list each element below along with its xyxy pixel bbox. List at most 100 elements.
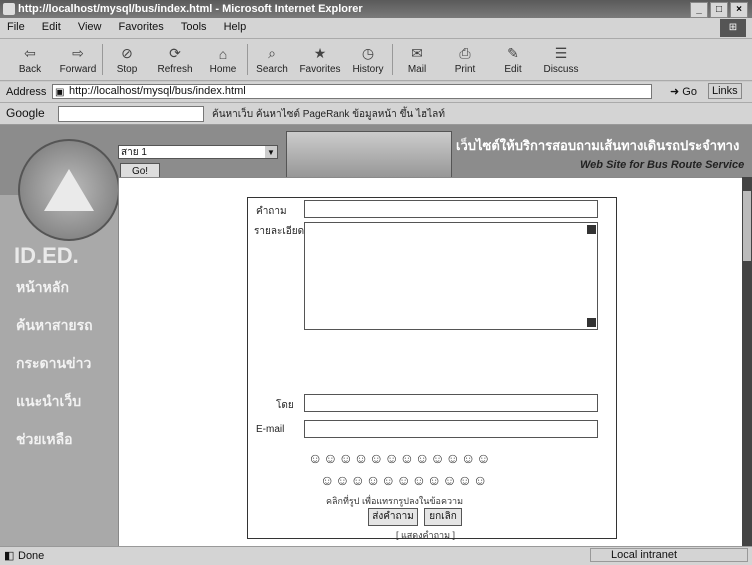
web-page: สาย 1 ▼ Go! เว็บไซต์ให้บริการสอบถามเส้นท… — [0, 125, 752, 546]
nav-search-route[interactable]: ค้นหาสายรถ — [16, 315, 93, 337]
back-arrow-icon: ⇦ — [24, 45, 36, 61]
window-controls: _ □ × — [690, 2, 748, 18]
google-tools[interactable]: ค้นหาเว็บ ค้นหาไซต์ PageRank ข้อมูลหน้า … — [212, 107, 445, 122]
forward-arrow-icon: ⇨ — [72, 45, 84, 61]
search-icon: ⌕ — [268, 45, 276, 61]
back-button[interactable]: ⇦ Back — [6, 44, 54, 75]
discuss-label: Discuss — [543, 64, 579, 75]
windows-logo-icon: ⊞ — [720, 19, 746, 37]
address-url: http://localhost/mysql/bus/index.html — [69, 85, 246, 97]
discuss-icon: ☰ — [554, 45, 568, 61]
menu-help[interactable]: Help — [217, 18, 254, 36]
google-search-input[interactable] — [58, 106, 204, 122]
edit-label: Edit — [504, 64, 522, 75]
refresh-button[interactable]: ⟳ Refresh — [151, 44, 199, 75]
standard-toolbar: ⇦ Back ⇨ Forward ⊘ Stop ⟳ Refresh ⌂ Home ⌕ Sea… — [0, 39, 752, 81]
show-questions-link[interactable]: [ แสดงคำถาม ] — [396, 528, 455, 542]
email-input[interactable] — [304, 420, 598, 438]
home-button[interactable]: ⌂ Home — [199, 45, 247, 75]
content-area: คำถาม รายละเอียด โดย E-mail ☺☺☺☺☺☺☺☺☺☺☺☺… — [118, 177, 744, 546]
favorites-label: Favorites — [299, 64, 341, 75]
detail-textarea[interactable] — [304, 222, 598, 330]
home-label: Home — [209, 63, 237, 75]
close-button[interactable]: × — [730, 2, 748, 18]
security-zone: Local intranet — [590, 548, 748, 562]
mail-button[interactable]: ✉ Mail — [392, 44, 441, 75]
page-done-icon: ◧ — [4, 550, 15, 562]
search-button[interactable]: ⌕ Search — [247, 44, 296, 75]
address-label: Address — [6, 86, 47, 98]
detail-label: รายละเอียด — [254, 226, 305, 237]
home-icon: ⌂ — [218, 45, 228, 62]
status-text: Done — [18, 550, 45, 562]
back-label: Back — [18, 64, 42, 75]
history-label: History — [352, 64, 384, 75]
question-label: คำถาม — [256, 206, 287, 217]
question-form: คำถาม รายละเอียด โดย E-mail ☺☺☺☺☺☺☺☺☺☺☺☺… — [247, 197, 617, 542]
print-button[interactable]: ⎙ Print — [441, 44, 489, 75]
submit-question-button[interactable]: ส่งคำถาม — [368, 508, 418, 526]
search-label: Search — [256, 64, 288, 75]
route-select-value: สาย 1 — [121, 147, 147, 158]
menu-file[interactable]: File — [0, 18, 32, 36]
stop-label: Stop — [116, 64, 138, 75]
forward-button[interactable]: ⇨ Forward — [54, 44, 102, 75]
google-logo: Google — [6, 106, 45, 120]
cancel-button[interactable]: ยกเลิก — [424, 508, 462, 526]
mail-icon: ✉ — [411, 45, 423, 61]
menu-bar: File Edit View Favorites Tools Help ⊞ — [0, 18, 752, 39]
edit-icon: ✎ — [507, 45, 519, 61]
edit-button[interactable]: ✎ Edit — [489, 44, 537, 75]
refresh-icon: ⟳ — [169, 45, 181, 61]
banner-english-title: Web Site for Bus Route Service — [580, 159, 745, 171]
emoticon-row-2[interactable]: ☺☺☺☺☺☺☺☺☺☺☺ — [320, 472, 488, 488]
address-go-button[interactable]: ➜ Go — [670, 85, 697, 98]
links-button[interactable]: Links — [708, 83, 742, 99]
security-zone-label: Local intranet — [611, 549, 678, 561]
address-go-label: Go — [682, 86, 697, 98]
page-icon: ▣ — [55, 87, 65, 98]
address-input[interactable]: ▣ http://localhost/mysql/bus/index.html — [52, 84, 652, 99]
route-select[interactable]: สาย 1 ▼ — [118, 145, 278, 159]
minimize-button[interactable]: _ — [690, 2, 708, 18]
window-title: http://localhost/mysql/bus/index.html - … — [18, 3, 363, 15]
print-label: Print — [454, 64, 476, 75]
discuss-button[interactable]: ☰ Discuss — [537, 44, 585, 75]
site-logo — [18, 139, 120, 241]
question-input[interactable] — [304, 200, 598, 218]
banner-thai-title: เว็บไซต์ให้บริการสอบถามเส้นทางเดินรถประจ… — [456, 138, 740, 153]
print-icon: ⎙ — [459, 45, 471, 61]
history-button[interactable]: ◷ History — [344, 44, 392, 75]
chevron-down-icon: ▼ — [265, 146, 277, 158]
scroll-up-icon — [587, 225, 596, 234]
emoticon-row-1[interactable]: ☺☺☺☺☺☺☺☺☺☺☺☺ — [308, 450, 492, 466]
menu-favorites[interactable]: Favorites — [112, 18, 171, 36]
by-label: โดย — [276, 400, 294, 411]
page-scrollbar[interactable] — [742, 177, 752, 546]
stop-button[interactable]: ⊘ Stop — [102, 44, 151, 75]
status-bar: ◧ Done Local intranet — [0, 546, 752, 565]
ided-logo-text: ID.ED. — [14, 243, 79, 268]
by-input[interactable] — [304, 394, 598, 412]
nav-home[interactable]: หน้าหลัก — [16, 277, 69, 299]
nav-recommend[interactable]: แนะนำเว็บ — [16, 391, 81, 413]
google-toolbar: Google ค้นหาเว็บ ค้นหาไซต์ PageRank ข้อม… — [0, 103, 752, 125]
refresh-label: Refresh — [157, 64, 193, 75]
menu-tools[interactable]: Tools — [174, 18, 214, 36]
nav-webboard[interactable]: กระดานข่าว — [16, 353, 91, 375]
maximize-button[interactable]: □ — [710, 2, 728, 18]
favorites-icon: ★ — [313, 45, 327, 61]
scrollbar-thumb[interactable] — [743, 191, 751, 261]
menu-view[interactable]: View — [71, 18, 109, 36]
address-bar: Address ▣ http://localhost/mysql/bus/ind… — [0, 82, 752, 103]
favorites-button[interactable]: ★ Favorites — [296, 44, 344, 75]
email-label: E-mail — [256, 424, 285, 435]
nav-help[interactable]: ช่วยเหลือ — [16, 429, 73, 451]
emoticon-hint: คลิกที่รูป เพื่อแทรกรูปลงในข้อความ — [326, 496, 464, 506]
ie-icon — [3, 3, 15, 15]
mail-label: Mail — [407, 64, 427, 75]
stop-icon: ⊘ — [121, 45, 133, 61]
forward-label: Forward — [59, 64, 97, 75]
triangle-logo-icon — [44, 169, 94, 211]
menu-edit[interactable]: Edit — [35, 18, 68, 36]
